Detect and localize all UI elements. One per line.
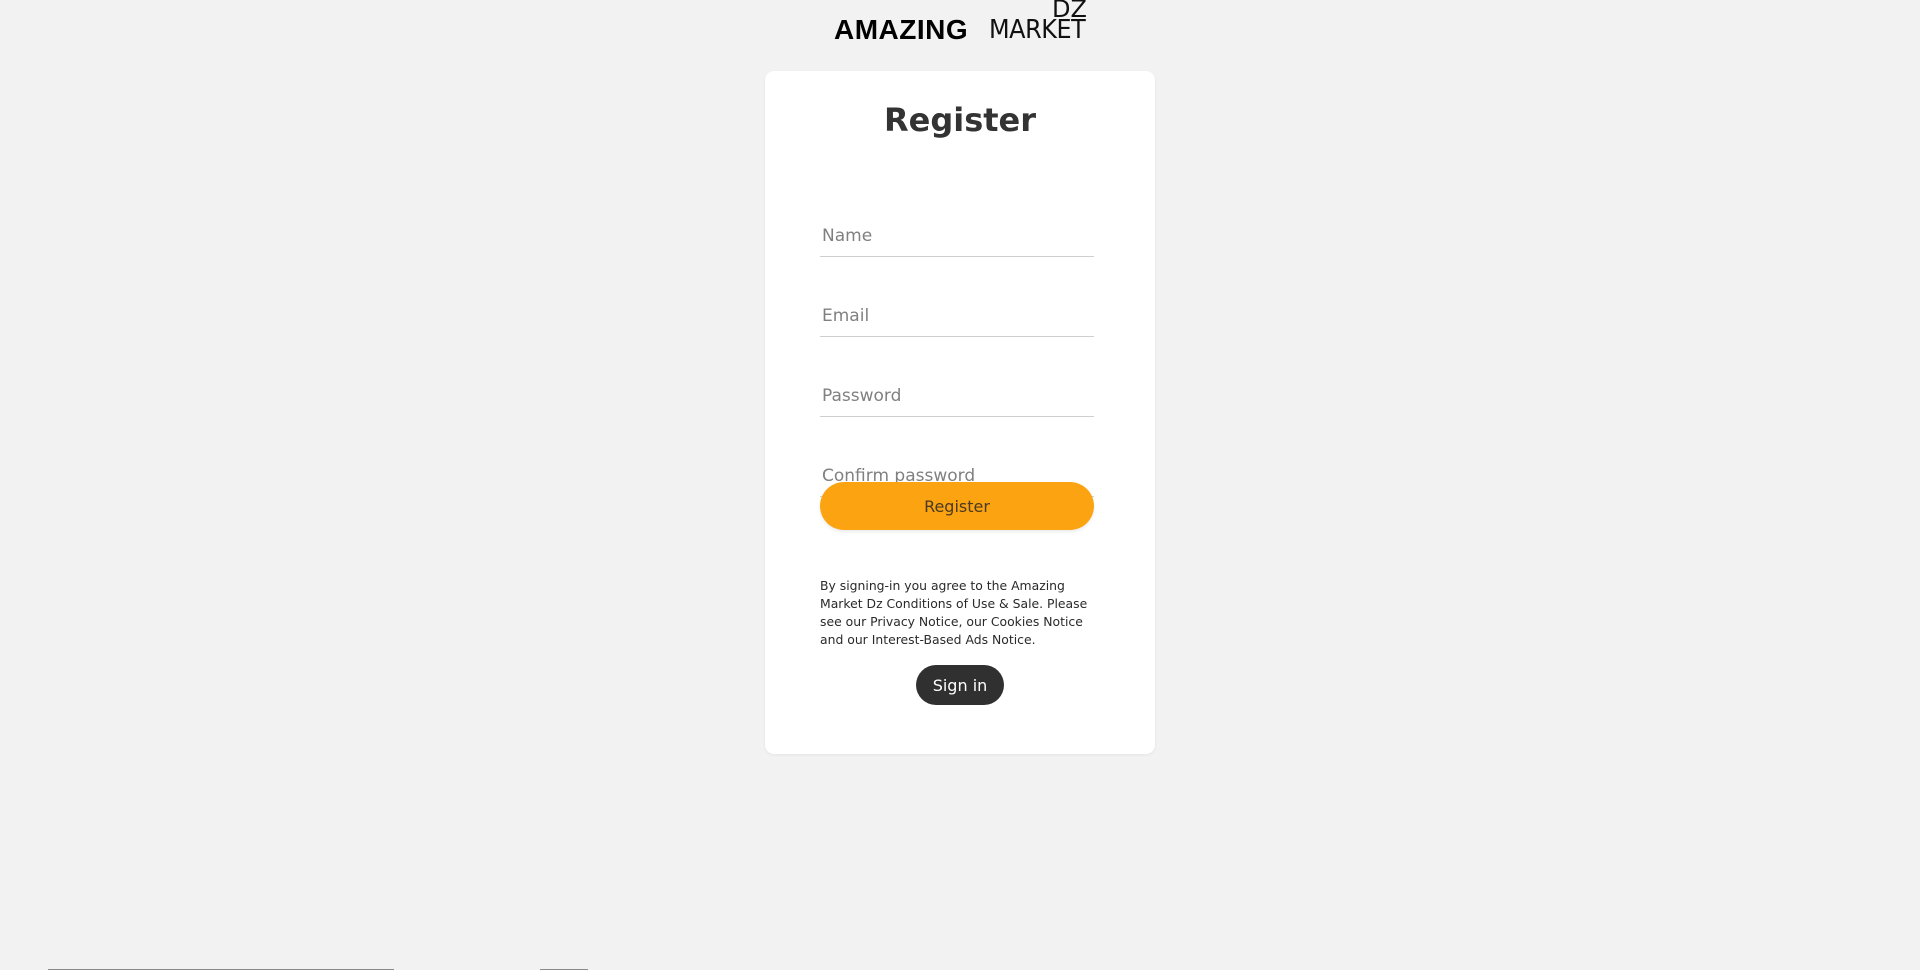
name-field[interactable] xyxy=(820,215,1094,257)
logo-wordmark-bold: AMAZING xyxy=(834,14,969,45)
register-button[interactable]: Register xyxy=(820,482,1094,530)
page: AMAZING MARKET DZ Register Register By s… xyxy=(0,0,1920,970)
legal-notice: By signing-in you agree to the Amazing M… xyxy=(820,578,1088,647)
page-title: Register xyxy=(883,101,1037,139)
password-field[interactable] xyxy=(820,375,1094,417)
sign-in-button[interactable]: Sign in xyxy=(916,665,1004,705)
logo-superscript: DZ xyxy=(1052,0,1087,23)
brand-logo[interactable]: AMAZING MARKET DZ xyxy=(834,0,1094,48)
register-card: Register Register By signing-in you agre… xyxy=(765,71,1155,754)
email-field[interactable] xyxy=(820,295,1094,337)
